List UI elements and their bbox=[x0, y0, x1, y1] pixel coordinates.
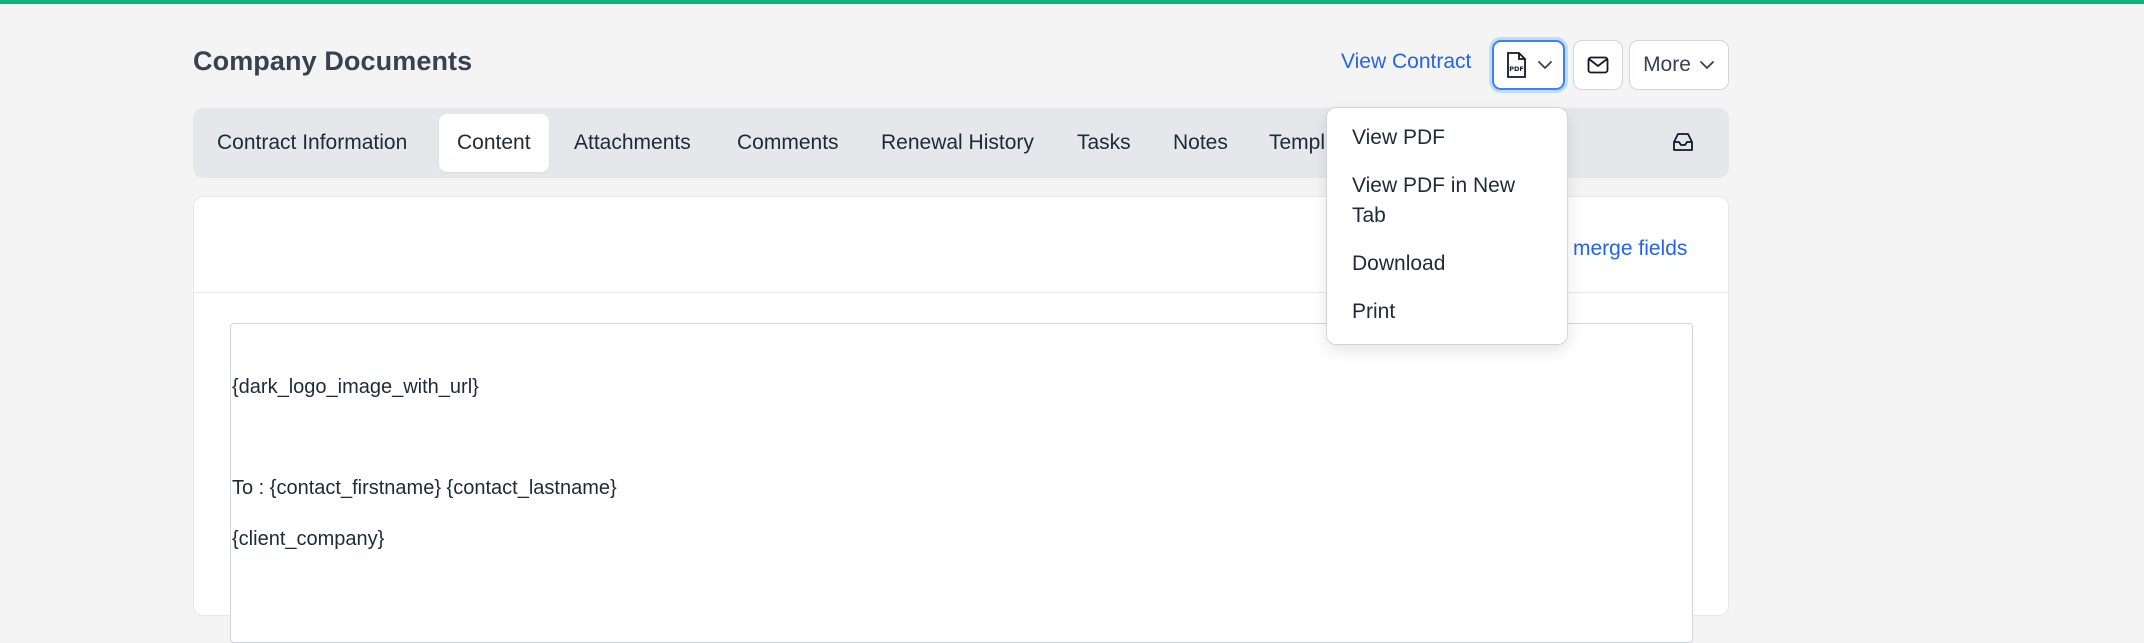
more-button-label: More bbox=[1643, 53, 1691, 76]
menu-item-print[interactable]: Print bbox=[1352, 297, 1552, 327]
tab-comments[interactable]: Comments bbox=[737, 114, 839, 172]
more-button[interactable]: More bbox=[1629, 40, 1729, 90]
tab-attachments[interactable]: Attachments bbox=[574, 114, 691, 172]
menu-item-view-pdf-new-tab[interactable]: View PDF in New Tab bbox=[1352, 171, 1552, 231]
menu-item-download[interactable]: Download bbox=[1352, 249, 1552, 279]
editor-line-logo: {dark_logo_image_with_url} bbox=[232, 376, 479, 398]
chevron-down-icon bbox=[1537, 61, 1552, 69]
pdf-dropdown-menu: View PDF View PDF in New Tab Download Pr… bbox=[1326, 107, 1568, 345]
merge-fields-link[interactable]: merge fields bbox=[1573, 237, 1687, 261]
tab-tasks[interactable]: Tasks bbox=[1077, 114, 1131, 172]
inbox-icon[interactable] bbox=[1672, 131, 1694, 153]
tab-content[interactable]: Content bbox=[439, 114, 549, 172]
content-editor[interactable]: {dark_logo_image_with_url} To : {contact… bbox=[230, 323, 1693, 643]
tab-templates[interactable]: Templ bbox=[1269, 114, 1325, 172]
view-contract-link[interactable]: View Contract bbox=[1341, 50, 1471, 74]
editor-line-recipient: To : {contact_firstname} {contact_lastna… bbox=[232, 477, 617, 499]
top-accent-bar bbox=[0, 0, 2144, 4]
menu-item-view-pdf[interactable]: View PDF bbox=[1352, 123, 1552, 153]
pdf-dropdown-button[interactable]: PDF bbox=[1492, 40, 1565, 90]
pdf-file-icon: PDF bbox=[1506, 52, 1526, 78]
pdf-icon-text: PDF bbox=[1509, 65, 1524, 73]
email-button[interactable] bbox=[1573, 40, 1623, 90]
tab-renewal-history[interactable]: Renewal History bbox=[881, 114, 1034, 172]
page-title: Company Documents bbox=[193, 46, 473, 76]
editor-line-company: {client_company} bbox=[232, 528, 385, 550]
mail-icon bbox=[1587, 56, 1609, 74]
tab-contract-information[interactable]: Contract Information bbox=[217, 114, 407, 172]
tab-notes[interactable]: Notes bbox=[1173, 114, 1228, 172]
chevron-down-icon bbox=[1700, 61, 1714, 69]
